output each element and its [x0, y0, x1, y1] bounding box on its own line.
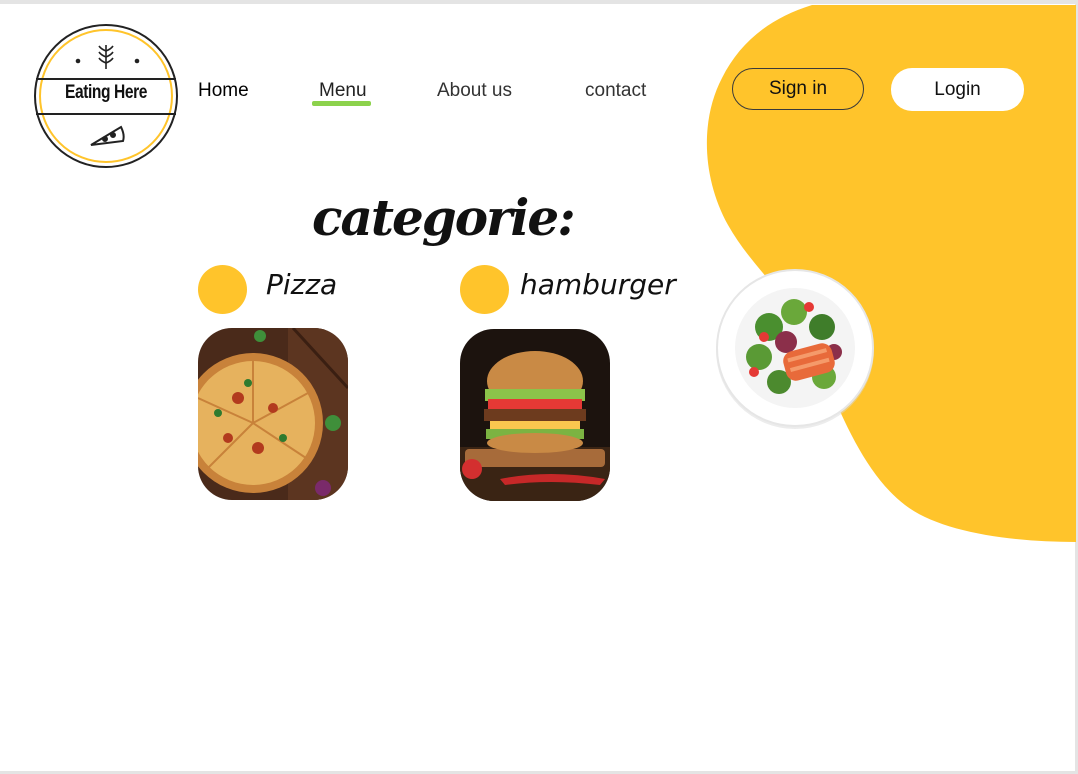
salad-plate-image [716, 269, 874, 429]
nav-menu-link[interactable]: Menu [319, 80, 367, 102]
nav-home-link[interactable]: Home [198, 80, 249, 102]
hamburger-category-label[interactable]: hamburger [520, 268, 676, 301]
pizza-category-dot [198, 265, 247, 314]
pizza-category-label[interactable]: Pizza [266, 268, 337, 301]
login-button[interactable]: Login [891, 68, 1024, 111]
categories-title: categorie: [312, 188, 576, 247]
hamburger-image[interactable] [460, 329, 610, 501]
brand-name: Eating Here [64, 82, 148, 103]
sign-in-button[interactable]: Sign in [732, 68, 864, 110]
hamburger-category-dot [460, 265, 509, 314]
nav-about-link[interactable]: About us [437, 80, 512, 102]
active-nav-underline [312, 101, 371, 106]
pizza-image[interactable] [198, 328, 348, 500]
nav-contact-link[interactable]: contact [585, 80, 646, 102]
